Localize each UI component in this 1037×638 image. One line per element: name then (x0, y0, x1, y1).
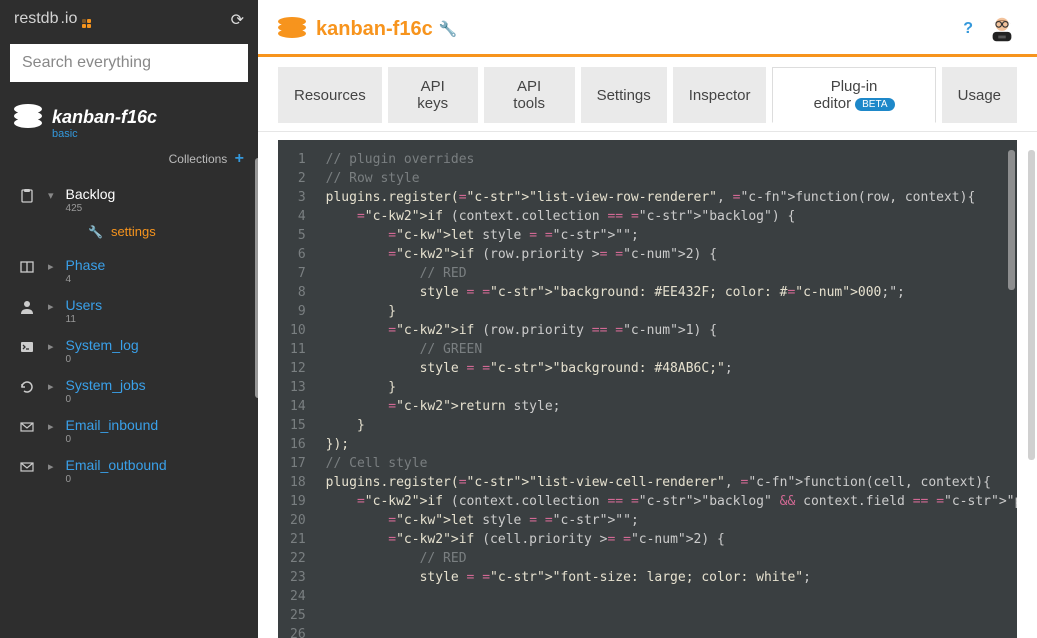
avatar[interactable] (987, 14, 1017, 44)
chevron-down-icon: ▾ (48, 189, 54, 202)
database-name: kanban-f16c (52, 107, 157, 128)
help-icon[interactable]: ? (963, 20, 973, 38)
settings-label: settings (111, 224, 156, 239)
sidebar-item-phase[interactable]: ▸ Phase 4 (0, 249, 258, 289)
tab-plug-in-editor[interactable]: Plug-in editorBETA (772, 67, 935, 123)
chevron-right-icon: ▸ (48, 380, 54, 393)
mail-icon (18, 459, 36, 475)
collection-count: 0 (66, 474, 167, 485)
chevron-right-icon: ▸ (48, 300, 54, 313)
collection-count: 4 (66, 274, 106, 285)
beta-badge: BETA (855, 98, 894, 111)
sidebar-item-email_inbound[interactable]: ▸ Email_inbound 0 (0, 409, 258, 449)
sidebar-item-system_log[interactable]: ▸ System_log 0 (0, 329, 258, 369)
collection-name: System_jobs (66, 377, 146, 393)
code-editor[interactable]: 1234567891011121314151617181920212223242… (278, 140, 1017, 638)
collection-count: 0 (66, 354, 139, 365)
wrench-icon[interactable]: 🔧 (439, 20, 458, 38)
collection-name: Email_inbound (66, 417, 159, 433)
collection-count: 0 (66, 434, 159, 445)
collection-name: System_log (66, 337, 139, 353)
editor-scrollbar[interactable] (1008, 150, 1015, 290)
database-plan: basic (52, 128, 244, 140)
line-gutter: 1234567891011121314151617181920212223242… (278, 140, 314, 638)
tab-resources[interactable]: Resources (278, 67, 382, 123)
tab-bar: ResourcesAPI keysAPI toolsSettingsInspec… (258, 57, 1037, 132)
sidebar-item-users[interactable]: ▸ Users 11 (0, 289, 258, 329)
collection-name: Users (66, 297, 103, 313)
chevron-right-icon: ▸ (48, 340, 54, 353)
user-icon (18, 299, 36, 315)
logo-text: restdb (14, 10, 58, 28)
page-header: kanban-f16c 🔧 ? (258, 0, 1037, 57)
chevron-right-icon: ▸ (48, 260, 54, 273)
collection-name: Email_outbound (66, 457, 167, 473)
logo[interactable]: restdb.io (14, 10, 91, 30)
search-input[interactable] (10, 44, 248, 82)
collection-list: ▾ Backlog 425 🔧 settings ▸ Phase 4 ▸ Users… (0, 176, 258, 638)
page-title: kanban-f16c (316, 18, 433, 41)
mail-icon (18, 419, 36, 435)
sidebar-item-system_jobs[interactable]: ▸ System_jobs 0 (0, 369, 258, 409)
tab-api-tools[interactable]: API tools (484, 67, 575, 123)
sidebar-item-email_outbound[interactable]: ▸ Email_outbound 0 (0, 449, 258, 489)
add-collection-button[interactable]: + (235, 150, 244, 167)
tab-settings[interactable]: Settings (581, 67, 667, 123)
main-panel: kanban-f16c 🔧 ? ResourcesAPI keysAPI too… (258, 0, 1037, 638)
tab-api-keys[interactable]: API keys (388, 67, 478, 123)
tab-usage[interactable]: Usage (942, 67, 1017, 123)
sidebar-item-backlog[interactable]: ▾ Backlog 425 (0, 178, 258, 218)
chevron-right-icon: ▸ (48, 420, 54, 433)
refresh-icon[interactable]: ⟳ (231, 10, 244, 30)
header-database-icon (278, 17, 306, 41)
clipboard-icon (18, 188, 36, 204)
columns-icon (18, 259, 36, 275)
chevron-right-icon: ▸ (48, 460, 54, 473)
collection-count: 425 (66, 203, 116, 214)
wrench-icon: 🔧 (88, 225, 103, 239)
code-content[interactable]: // plugin overrides// Row styleplugins.r… (314, 140, 1017, 638)
collection-name: Backlog (66, 186, 116, 202)
collections-label: Collections (169, 152, 228, 166)
logo-suffix: .io (60, 10, 77, 28)
database-header: kanban-f16c basic (0, 90, 258, 144)
refresh-icon (18, 379, 36, 395)
collection-name: Phase (66, 257, 106, 273)
logo-dots-icon (82, 19, 91, 28)
collection-count: 0 (66, 394, 146, 405)
page-scrollbar[interactable] (1028, 150, 1035, 460)
sidebar: restdb.io ⟳ kanban-f16c basic (0, 0, 258, 638)
database-icon (14, 104, 42, 130)
collection-settings-link[interactable]: 🔧 settings (0, 218, 258, 249)
terminal-icon (18, 339, 36, 355)
collection-count: 11 (66, 314, 103, 325)
tab-inspector[interactable]: Inspector (673, 67, 767, 123)
